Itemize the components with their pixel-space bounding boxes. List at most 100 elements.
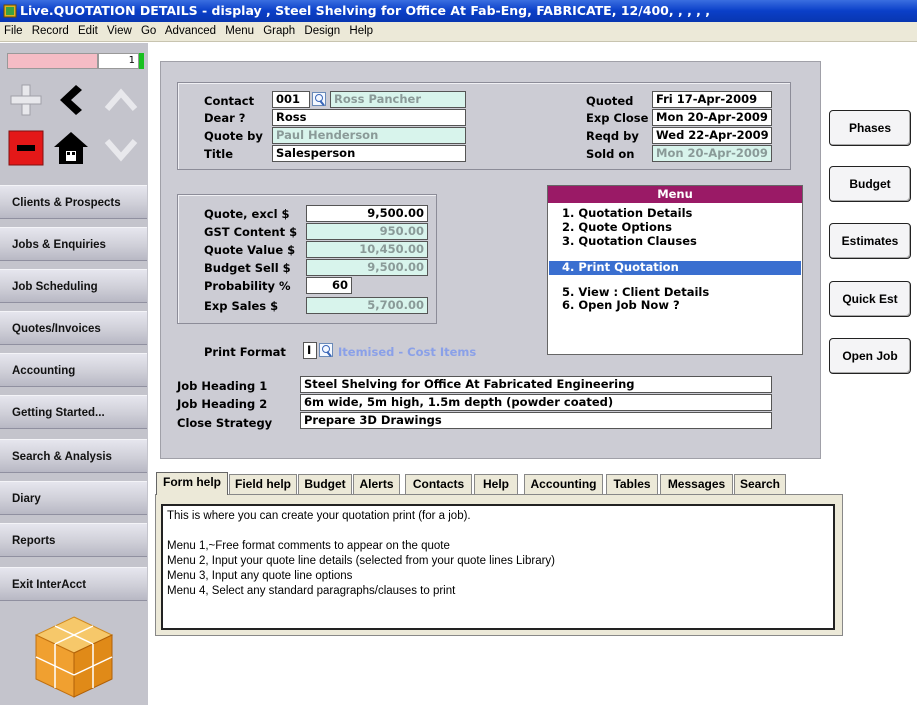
job-heading-1-label: Job Heading 1 bbox=[177, 379, 268, 393]
contact-label: Contact bbox=[204, 94, 255, 108]
close-strategy-label: Close Strategy bbox=[177, 416, 273, 430]
menu-item-quotation-details[interactable]: 1. Quotation Details bbox=[549, 207, 801, 221]
quote-by-label: Quote by bbox=[204, 129, 263, 143]
tab-field-help[interactable]: Field help bbox=[229, 474, 297, 494]
quote-excl-label: Quote, excl $ bbox=[204, 207, 290, 221]
estimates-button[interactable]: Estimates bbox=[829, 223, 911, 259]
print-format-description: Itemised - Cost Items bbox=[338, 345, 477, 359]
probability-field[interactable]: 60 bbox=[306, 277, 352, 294]
quotation-details-panel: Contact 001 Ross Pancher Dear ? Ross Quo… bbox=[160, 61, 821, 459]
budget-button[interactable]: Budget bbox=[829, 166, 911, 202]
tab-budget[interactable]: Budget bbox=[298, 474, 352, 494]
back-arrow-icon[interactable] bbox=[50, 81, 88, 119]
record-number: 1 bbox=[98, 53, 139, 69]
menu-help[interactable]: Help bbox=[349, 25, 373, 37]
budget-sell-field: 9,500.00 bbox=[306, 259, 428, 276]
sold-on-date-field: Mon 20-Apr-2009 bbox=[652, 145, 772, 162]
nav-search-analysis[interactable]: Search & Analysis bbox=[0, 439, 147, 473]
menu-menu[interactable]: Menu bbox=[225, 25, 254, 37]
nav-diary[interactable]: Diary bbox=[0, 481, 147, 515]
help-line: Menu 1,~Free format comments to appear o… bbox=[167, 540, 450, 552]
menu-edit[interactable]: Edit bbox=[78, 25, 98, 37]
quick-est-button[interactable]: Quick Est bbox=[829, 281, 911, 317]
down-arrow-icon[interactable] bbox=[102, 129, 140, 167]
contact-group: Contact 001 Ross Pancher Dear ? Ross Quo… bbox=[177, 82, 791, 170]
nav-getting-started[interactable]: Getting Started... bbox=[0, 395, 147, 429]
window-title: Live.QUOTATION DETAILS - display , Steel… bbox=[20, 3, 711, 18]
menu-item-quote-options[interactable]: 2. Quote Options bbox=[549, 221, 801, 235]
menu-bar: File Record Edit View Go Advanced Menu G… bbox=[0, 22, 917, 42]
help-line: This is where you can create your quotat… bbox=[167, 510, 471, 522]
menu-record[interactable]: Record bbox=[32, 25, 69, 37]
menu-item-open-job-now[interactable]: 6. Open Job Now ? bbox=[549, 299, 801, 313]
menu-item-print-quotation[interactable]: 4. Print Quotation bbox=[549, 261, 801, 275]
tab-tables[interactable]: Tables bbox=[606, 474, 658, 494]
nav-clients-prospects[interactable]: Clients & Prospects bbox=[0, 185, 147, 219]
menu-design[interactable]: Design bbox=[304, 25, 340, 37]
gst-content-field: 950.00 bbox=[306, 223, 428, 240]
help-text-area[interactable]: This is where you can create your quotat… bbox=[161, 504, 835, 630]
tab-form-help[interactable]: Form help bbox=[156, 472, 228, 495]
app-icon bbox=[3, 4, 17, 18]
sold-on-label: Sold on bbox=[586, 147, 635, 161]
menu-graph[interactable]: Graph bbox=[263, 25, 295, 37]
exp-close-label: Exp Close bbox=[586, 111, 649, 125]
help-line: Menu 3, Input any quote line options bbox=[167, 570, 353, 582]
form-help-panel: This is where you can create your quotat… bbox=[155, 494, 843, 636]
reqd-by-label: Reqd by bbox=[586, 129, 639, 143]
delete-record-icon[interactable] bbox=[7, 129, 45, 167]
nav-jobs-enquiries[interactable]: Jobs & Enquiries bbox=[0, 227, 147, 261]
tab-help[interactable]: Help bbox=[474, 474, 518, 494]
job-heading-2-field[interactable]: 6m wide, 5m high, 1.5m depth (powder coa… bbox=[300, 394, 772, 411]
record-ok-indicator bbox=[139, 53, 144, 69]
left-navigation-panel: 1 Clients & Prospects Jobs & Enquiries J… bbox=[0, 43, 148, 705]
menu-view[interactable]: View bbox=[107, 25, 132, 37]
help-tabs: Form help Field help Budget Alerts Conta… bbox=[156, 472, 816, 495]
title-bar: Live.QUOTATION DETAILS - display , Steel… bbox=[0, 0, 917, 22]
up-arrow-icon[interactable] bbox=[102, 81, 140, 119]
tab-contacts[interactable]: Contacts bbox=[405, 474, 472, 494]
gst-content-label: GST Content $ bbox=[204, 225, 298, 239]
budget-sell-label: Budget Sell $ bbox=[204, 261, 291, 275]
dear-field[interactable]: Ross bbox=[272, 109, 466, 126]
job-heading-1-field[interactable]: Steel Shelving for Office At Fabricated … bbox=[300, 376, 772, 393]
open-job-button[interactable]: Open Job bbox=[829, 338, 911, 374]
exp-close-date-field[interactable]: Mon 20-Apr-2009 bbox=[652, 109, 772, 126]
nav-accounting[interactable]: Accounting bbox=[0, 353, 147, 387]
help-line bbox=[167, 524, 829, 539]
phases-button[interactable]: Phases bbox=[829, 110, 911, 146]
help-line: Menu 2, Input your quote line details (s… bbox=[167, 555, 556, 567]
contact-lookup-icon[interactable] bbox=[312, 92, 326, 106]
add-record-icon[interactable] bbox=[7, 81, 45, 119]
title-field[interactable]: Salesperson bbox=[272, 145, 466, 162]
nav-exit[interactable]: Exit InterAcct bbox=[0, 567, 147, 601]
print-format-code-field[interactable]: I bbox=[303, 342, 317, 359]
menu-item-quotation-clauses[interactable]: 3. Quotation Clauses bbox=[549, 235, 801, 249]
tab-messages[interactable]: Messages bbox=[660, 474, 733, 494]
record-indicator: 1 bbox=[7, 53, 144, 69]
tab-alerts[interactable]: Alerts bbox=[353, 474, 400, 494]
reqd-by-date-field[interactable]: Wed 22-Apr-2009 bbox=[652, 127, 772, 144]
nav-quotes-invoices[interactable]: Quotes/Invoices bbox=[0, 311, 147, 345]
quoted-date-field[interactable]: Fri 17-Apr-2009 bbox=[652, 91, 772, 108]
print-format-lookup-icon[interactable] bbox=[319, 343, 333, 357]
record-status-bar bbox=[7, 53, 98, 69]
quote-excl-field[interactable]: 9,500.00 bbox=[306, 205, 428, 222]
nav-job-scheduling[interactable]: Job Scheduling bbox=[0, 269, 147, 303]
menu-file[interactable]: File bbox=[4, 25, 23, 37]
tab-search[interactable]: Search bbox=[734, 474, 786, 494]
puzzle-cube-logo bbox=[34, 616, 114, 698]
help-line: Menu 4, Select any standard paragraphs/c… bbox=[167, 585, 456, 597]
close-strategy-field[interactable]: Prepare 3D Drawings bbox=[300, 412, 772, 429]
home-icon[interactable] bbox=[52, 129, 90, 167]
dear-label: Dear ? bbox=[204, 111, 246, 125]
job-heading-2-label: Job Heading 2 bbox=[177, 397, 268, 411]
exp-sales-label: Exp Sales $ bbox=[204, 299, 279, 313]
nav-reports[interactable]: Reports bbox=[0, 523, 147, 557]
exp-sales-field: 5,700.00 bbox=[306, 297, 428, 314]
title-label: Title bbox=[204, 147, 234, 161]
contact-code-field[interactable]: 001 bbox=[272, 91, 310, 108]
menu-go[interactable]: Go bbox=[141, 25, 156, 37]
menu-advanced[interactable]: Advanced bbox=[165, 25, 216, 37]
tab-accounting[interactable]: Accounting bbox=[524, 474, 603, 494]
